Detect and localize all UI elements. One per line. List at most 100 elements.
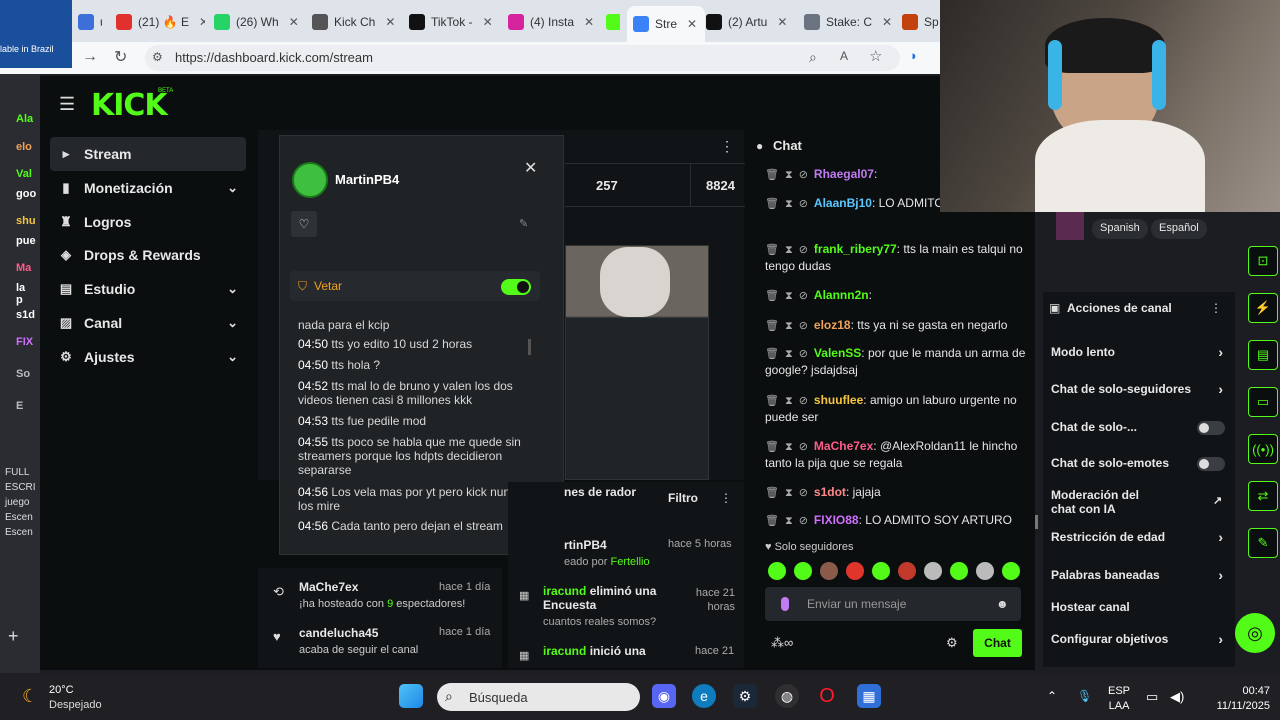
timeout-icon[interactable]: ⧗ — [785, 441, 793, 453]
weather-icon[interactable]: ☾ — [22, 686, 38, 707]
history-scrollbar[interactable] — [528, 339, 531, 355]
menu-icon[interactable]: ☰ — [59, 94, 75, 115]
ban-icon[interactable]: ⊘ — [799, 169, 808, 181]
browser-tab[interactable] — [600, 8, 620, 36]
rail-doc-icon[interactable]: ▤ — [1248, 340, 1278, 370]
network-icon[interactable]: ▭ — [1146, 689, 1158, 705]
support-icon[interactable]: ◎ — [1235, 613, 1275, 653]
tab-close-icon[interactable]: ✕ — [777, 15, 787, 29]
chat-send-button[interactable]: Chat — [973, 629, 1022, 657]
delete-message-icon[interactable]: 🗑 — [765, 515, 779, 527]
channel-action[interactable]: Configurar objetivos › — [1051, 632, 1231, 646]
zoom-icon[interactable]: ⌕ — [809, 49, 817, 66]
channel-action-toggle[interactable] — [1197, 421, 1225, 435]
tab-close-icon[interactable]: ✕ — [687, 17, 697, 31]
delete-message-icon[interactable]: 🗑 — [765, 348, 779, 360]
timeout-icon[interactable]: ⧗ — [785, 487, 793, 499]
ban-icon[interactable]: ⊘ — [799, 515, 808, 527]
edge-icon[interactable]: e — [692, 684, 716, 708]
emote-icon[interactable] — [820, 562, 838, 580]
browser-tab[interactable]: TikTok - ✕ — [403, 8, 498, 36]
timeout-icon[interactable]: ⧗ — [785, 169, 793, 181]
delete-message-icon[interactable]: 🗑 — [765, 395, 779, 407]
chat-settings-icon[interactable]: ⚙ — [946, 635, 958, 651]
ban-icon[interactable]: ⊘ — [799, 244, 808, 256]
sidebar-item-monetización[interactable]: ▮ Monetización ⌄ — [50, 171, 246, 205]
emote-icon[interactable] — [898, 562, 916, 580]
emote-icon[interactable] — [950, 562, 968, 580]
rail-bolt-icon[interactable]: ⚡ — [1248, 293, 1278, 323]
mod-user[interactable]: rtinPB4 — [564, 538, 607, 552]
delete-message-icon[interactable]: 🗑 — [765, 198, 779, 210]
tab-close-icon[interactable]: ✕ — [882, 15, 892, 29]
ban-icon[interactable]: ⊘ — [799, 348, 808, 360]
ban-icon[interactable]: ⊘ — [799, 198, 808, 210]
timeout-icon[interactable]: ⧗ — [785, 348, 793, 360]
more-icon[interactable]: ⋮ — [720, 138, 734, 155]
activity-user[interactable]: candelucha45 — [299, 626, 378, 640]
tag-spanish[interactable]: Spanish — [1092, 219, 1148, 239]
mic-icon[interactable] — [781, 597, 789, 611]
timeout-icon[interactable]: ⧗ — [785, 290, 793, 302]
tag-espanol[interactable]: Español — [1151, 219, 1207, 239]
lang-indicator[interactable]: ESP LAA — [1108, 684, 1130, 714]
mod-user[interactable]: iracund — [543, 584, 586, 598]
timeout-icon[interactable]: ⧗ — [785, 515, 793, 527]
ban-icon[interactable]: ⊘ — [799, 441, 808, 453]
close-icon[interactable]: ✕ — [524, 158, 537, 178]
read-aloud-icon[interactable]: A — [840, 49, 848, 63]
volume-icon[interactable]: ◀) — [1170, 689, 1184, 705]
delete-message-icon[interactable]: 🗑 — [765, 320, 779, 332]
delete-message-icon[interactable]: 🗑 — [765, 244, 779, 256]
discord-icon[interactable]: ◉ — [652, 684, 676, 708]
taskbar-search[interactable] — [437, 683, 640, 711]
channel-action[interactable]: Moderación del chat con IA ↗ — [1051, 488, 1222, 516]
browser-tab[interactable]: upo 1 — [72, 8, 102, 36]
emote-icon[interactable] — [976, 562, 994, 580]
clock[interactable]: 00:47 11/11/2025 — [1200, 684, 1270, 714]
emote-icon[interactable] — [846, 562, 864, 580]
extension-icon[interactable]: ◗ — [910, 48, 918, 63]
emoji-icon[interactable]: ☻ — [996, 597, 1009, 611]
channel-actions-more-icon[interactable]: ⋮ — [1210, 301, 1222, 315]
browser-tab[interactable]: (2) Artu ✕ — [700, 8, 795, 36]
channel-action[interactable]: Hostear canal — [1051, 600, 1231, 614]
emote-icon[interactable] — [794, 562, 812, 580]
channel-action[interactable]: Palabras baneadas › — [1051, 568, 1231, 582]
chat-username[interactable]: frank_ribery77 — [814, 242, 897, 256]
browser-tab[interactable]: Sp — [896, 8, 940, 36]
emote-icon[interactable] — [872, 562, 890, 580]
emote-icon[interactable] — [768, 562, 786, 580]
timeout-icon[interactable]: ⧗ — [785, 395, 793, 407]
activity-user[interactable]: MaChe7ex — [299, 580, 358, 594]
sidebar-item-ajustes[interactable]: ⚙ Ajustes ⌄ — [50, 340, 246, 374]
tab-close-icon[interactable]: ✕ — [199, 15, 205, 29]
chat-username[interactable]: MaChe7ex — [814, 439, 873, 453]
chevron-down-icon[interactable]: ⌄ — [227, 281, 238, 297]
delete-message-icon[interactable]: 🗑 — [765, 290, 779, 302]
chat-username[interactable]: FIXIO88 — [814, 513, 859, 527]
sidebar-item-stream[interactable]: ▸ Stream — [50, 137, 246, 171]
tab-close-icon[interactable]: ✕ — [385, 15, 395, 29]
rail-camera-icon[interactable]: ⊡ — [1248, 246, 1278, 276]
timeout-icon[interactable]: ⧗ — [785, 198, 793, 210]
points-icon[interactable]: ⁂∞ — [771, 635, 793, 651]
channel-action[interactable]: Modo lento › — [1051, 345, 1231, 359]
chevron-down-icon[interactable]: ⌄ — [227, 315, 238, 331]
chat-username[interactable]: Rhaegal07 — [814, 167, 874, 181]
calculator-icon[interactable]: ▦ — [857, 684, 881, 708]
tray-chevron-icon[interactable]: ⌃ — [1047, 689, 1057, 703]
chevron-down-icon[interactable]: ⌄ — [227, 180, 238, 196]
steam-icon[interactable]: ⚙ — [733, 684, 757, 708]
chat-scrollbar[interactable] — [1035, 515, 1038, 529]
chat-username[interactable]: shuuflee — [814, 393, 863, 407]
vetar-toggle[interactable] — [501, 279, 531, 295]
follow-heart-button[interactable]: ♡ — [291, 211, 317, 237]
filter-button[interactable]: Filtro — [668, 491, 698, 505]
browser-tab[interactable]: (4) Insta ✕ — [502, 8, 597, 36]
ban-icon[interactable]: ⊘ — [799, 487, 808, 499]
mod-user[interactable]: iracund — [543, 644, 586, 658]
add-source-icon[interactable]: + — [8, 626, 19, 647]
chat-username[interactable]: s1dot — [814, 485, 846, 499]
tray-mic-icon[interactable]: 🎙 — [1077, 689, 1092, 703]
